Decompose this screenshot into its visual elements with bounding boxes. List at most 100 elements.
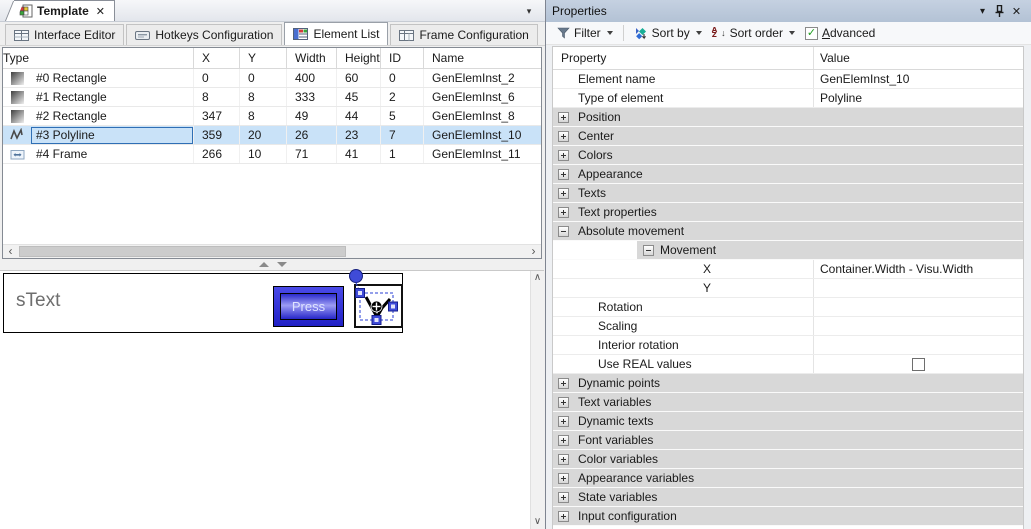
cell-type[interactable]: #4 Frame [3, 145, 194, 163]
property-value-cell[interactable] [813, 127, 1023, 145]
expand-icon[interactable] [558, 131, 569, 142]
splitter-down-icon[interactable] [277, 262, 287, 267]
collapse-icon[interactable] [643, 245, 654, 256]
horizontal-scrollbar[interactable]: ‹ › [3, 244, 541, 258]
property-group-row[interactable]: Font variables [553, 431, 1023, 450]
cell-x[interactable]: 359 [194, 126, 240, 144]
property-value-cell[interactable] [813, 165, 1023, 183]
column-header-value[interactable]: Value [813, 47, 1023, 69]
cell-width[interactable]: 333 [287, 88, 337, 106]
cell-width[interactable]: 71 [287, 145, 337, 163]
property-group-row[interactable]: Colors [553, 146, 1023, 165]
element-label[interactable]: #4 Frame [31, 146, 193, 163]
tab-hotkeys-configuration[interactable]: Hotkeys Configuration [126, 24, 282, 45]
cell-y[interactable]: 10 [240, 145, 287, 163]
close-icon[interactable]: ✕ [1008, 5, 1025, 18]
property-group-row[interactable]: State variables [553, 488, 1023, 507]
property-row[interactable]: Type of elementPolyline [553, 89, 1023, 108]
cell-id[interactable]: 5 [381, 107, 424, 125]
visu-background-rectangle[interactable]: sText Press [3, 273, 403, 333]
panel-splitter[interactable] [0, 259, 545, 270]
cell-x[interactable]: 0 [194, 69, 240, 87]
property-value-cell[interactable] [813, 412, 1023, 430]
visualization-canvas[interactable]: sText Press [0, 270, 544, 529]
property-row[interactable]: Element nameGenElemInst_10 [553, 70, 1023, 89]
tab-template[interactable]: Template ✕ [14, 0, 115, 21]
property-row[interactable]: XContainer.Width - Visu.Width [553, 260, 1023, 279]
pin-icon[interactable] [991, 5, 1008, 17]
property-value-cell[interactable]: Polyline [813, 89, 1023, 107]
cell-height[interactable]: 44 [337, 107, 381, 125]
expand-icon[interactable] [558, 112, 569, 123]
scroll-down-icon[interactable]: ∨ [531, 515, 544, 529]
property-row[interactable]: Y [553, 279, 1023, 298]
cell-height[interactable]: 23 [337, 126, 381, 144]
element-label[interactable]: #0 Rectangle [31, 70, 193, 87]
property-value-cell[interactable]: GenElemInst_10 [813, 70, 1023, 88]
property-value-cell[interactable] [813, 431, 1023, 449]
checkbox-unchecked[interactable] [912, 358, 925, 371]
cell-y[interactable]: 0 [240, 69, 287, 87]
column-header-name[interactable]: Name [424, 48, 541, 68]
press-button[interactable]: Press [280, 293, 337, 320]
visu-text-element[interactable]: sText [16, 290, 60, 312]
cell-id[interactable]: 1 [381, 145, 424, 163]
expand-icon[interactable] [558, 397, 569, 408]
table-row[interactable]: #0 Rectangle00400600GenElemInst_2 [3, 69, 541, 88]
rotation-handle[interactable] [350, 270, 363, 283]
property-value-cell[interactable] [813, 108, 1023, 126]
column-header-x[interactable]: X [194, 48, 240, 68]
table-row[interactable]: #1 Rectangle88333452GenElemInst_6 [3, 88, 541, 107]
property-value-cell[interactable] [813, 488, 1023, 506]
property-value-cell[interactable] [813, 317, 1023, 335]
expand-icon[interactable] [558, 378, 569, 389]
property-row[interactable]: Rotation [553, 298, 1023, 317]
expand-icon[interactable] [558, 416, 569, 427]
property-row[interactable]: Use REAL values [553, 355, 1023, 374]
resize-handle-right[interactable] [389, 302, 398, 311]
splitter-up-icon[interactable] [259, 262, 269, 267]
polyline-selection-adorner[interactable] [336, 264, 412, 336]
cell-x[interactable]: 8 [194, 88, 240, 106]
cell-height[interactable]: 60 [337, 69, 381, 87]
cell-name[interactable]: GenElemInst_2 [424, 69, 541, 87]
expand-icon[interactable] [558, 454, 569, 465]
property-value-cell[interactable] [813, 298, 1023, 316]
table-row[interactable]: #2 Rectangle347849445GenElemInst_8 [3, 107, 541, 126]
column-header-width[interactable]: Width [287, 48, 337, 68]
property-value-cell[interactable]: Container.Width - Visu.Width [813, 260, 1023, 278]
property-group-row[interactable]: Dynamic texts [553, 412, 1023, 431]
cell-id[interactable]: 0 [381, 69, 424, 87]
cell-type[interactable]: #2 Rectangle [3, 107, 194, 125]
cell-x[interactable]: 347 [194, 107, 240, 125]
cell-y[interactable]: 8 [240, 88, 287, 106]
checkbox-checked-icon[interactable]: ✓ [805, 27, 818, 40]
expand-icon[interactable] [558, 169, 569, 180]
sort-order-button[interactable]: AZ ↓ Sort order [709, 24, 798, 43]
property-value-cell[interactable] [813, 146, 1023, 164]
table-row[interactable]: #4 Frame2661071411GenElemInst_11 [3, 145, 541, 164]
property-value-cell[interactable] [813, 355, 1023, 373]
vertical-scrollbar[interactable]: ∧ ∨ [530, 271, 544, 529]
property-value-cell[interactable] [813, 184, 1023, 202]
cell-name[interactable]: GenElemInst_8 [424, 107, 541, 125]
resize-handle-top-left[interactable] [356, 289, 365, 298]
cell-y[interactable]: 20 [240, 126, 287, 144]
tab-element-list[interactable]: Element List [284, 22, 388, 45]
column-header-id[interactable]: ID [381, 48, 424, 68]
expand-icon[interactable] [558, 207, 569, 218]
scroll-left-icon[interactable]: ‹ [3, 245, 18, 258]
window-position-dropdown-icon[interactable]: ▾ [974, 6, 991, 17]
collapse-icon[interactable] [558, 226, 569, 237]
property-row[interactable]: Interior rotation [553, 336, 1023, 355]
property-value-cell[interactable] [813, 374, 1023, 392]
property-value-cell[interactable] [813, 450, 1023, 468]
scrollbar-thumb[interactable] [19, 246, 346, 257]
resize-handle-bottom[interactable] [372, 316, 381, 325]
element-label[interactable]: #3 Polyline [31, 127, 193, 144]
expand-icon[interactable] [558, 473, 569, 484]
sort-by-button[interactable]: Sort by [631, 24, 705, 43]
property-group-row[interactable]: Appearance [553, 165, 1023, 184]
column-header-type[interactable]: Type [3, 48, 194, 68]
tab-interface-editor[interactable]: Interface Editor [5, 24, 124, 45]
